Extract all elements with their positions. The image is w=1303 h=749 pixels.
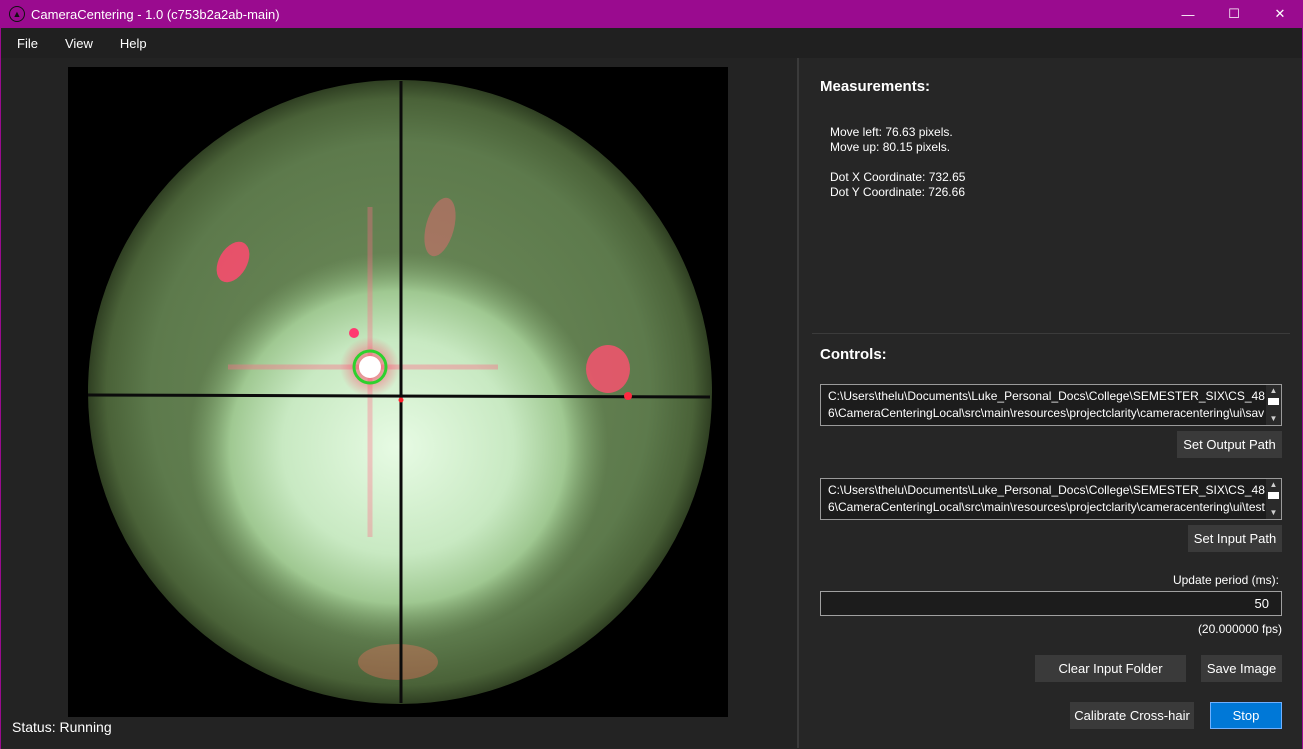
glare-spot <box>586 345 630 393</box>
close-button[interactable]: ✕ <box>1257 0 1303 28</box>
update-period-label: Update period (ms): <box>1172 573 1279 587</box>
stop-button[interactable]: Stop <box>1210 702 1282 729</box>
glare-spot <box>358 644 438 680</box>
minimize-button[interactable]: — <box>1165 0 1211 28</box>
update-period-input[interactable]: 50 <box>820 591 1282 616</box>
clear-input-folder-button[interactable]: Clear Input Folder <box>1035 655 1186 682</box>
input-path-text[interactable]: C:\Users\thelu\Documents\Luke_Personal_D… <box>828 482 1266 518</box>
set-output-path-button[interactable]: Set Output Path <box>1177 431 1282 458</box>
scroll-thumb[interactable] <box>1268 492 1279 499</box>
output-path-scrollbar[interactable]: ▲ ▼ <box>1266 385 1281 425</box>
scroll-thumb[interactable] <box>1268 398 1279 405</box>
status-label: Status: Running <box>12 719 112 735</box>
scroll-up-icon[interactable]: ▲ <box>1266 479 1281 490</box>
menu-help[interactable]: Help <box>109 36 158 51</box>
output-path-text[interactable]: C:\Users\thelu\Documents\Luke_Personal_D… <box>828 388 1266 424</box>
menu-file[interactable]: File <box>6 36 49 51</box>
scope-image <box>68 67 728 717</box>
window-controls: — ☐ ✕ <box>1165 0 1303 28</box>
input-path-field[interactable]: C:\Users\thelu\Documents\Luke_Personal_D… <box>820 478 1282 520</box>
glare-spot <box>624 392 632 400</box>
scroll-down-icon[interactable]: ▼ <box>1266 413 1281 424</box>
input-path-scrollbar[interactable]: ▲ ▼ <box>1266 479 1281 519</box>
scroll-down-icon[interactable]: ▼ <box>1266 507 1281 518</box>
menu-bar: File View Help <box>1 28 1302 58</box>
controls-title: Controls: <box>820 346 887 363</box>
dot-x-text: Dot X Coordinate: 732.65 <box>830 170 966 184</box>
glare-spot <box>349 328 359 338</box>
calibrate-crosshair-button[interactable]: Calibrate Cross-hair <box>1070 702 1194 729</box>
title-bar: ▲ CameraCentering - 1.0 (c753b2a2ab-main… <box>0 0 1303 28</box>
window-title: CameraCentering - 1.0 (c753b2a2ab-main) <box>31 6 280 22</box>
measurements-title: Measurements: <box>820 78 931 95</box>
menu-view[interactable]: View <box>54 36 104 51</box>
scope-light-glow <box>188 252 608 642</box>
section-divider <box>812 333 1290 334</box>
maximize-button[interactable]: ☐ <box>1211 0 1257 28</box>
camera-view <box>68 67 728 717</box>
move-left-text: Move left: 76.63 pixels. <box>830 125 953 139</box>
dot-y-text: Dot Y Coordinate: 726.66 <box>830 185 965 199</box>
fps-label: (20.000000 fps) <box>1197 622 1282 636</box>
crosshair-horizontal <box>87 393 711 399</box>
set-input-path-button[interactable]: Set Input Path <box>1188 525 1282 552</box>
app-icon: ▲ <box>9 6 25 22</box>
laser-dot <box>359 356 381 378</box>
save-image-button[interactable]: Save Image <box>1201 655 1282 682</box>
move-up-text: Move up: 80.15 pixels. <box>830 140 951 154</box>
output-path-field[interactable]: C:\Users\thelu\Documents\Luke_Personal_D… <box>820 384 1282 426</box>
crosshair-center-marker <box>398 397 404 403</box>
scroll-up-icon[interactable]: ▲ <box>1266 385 1281 396</box>
